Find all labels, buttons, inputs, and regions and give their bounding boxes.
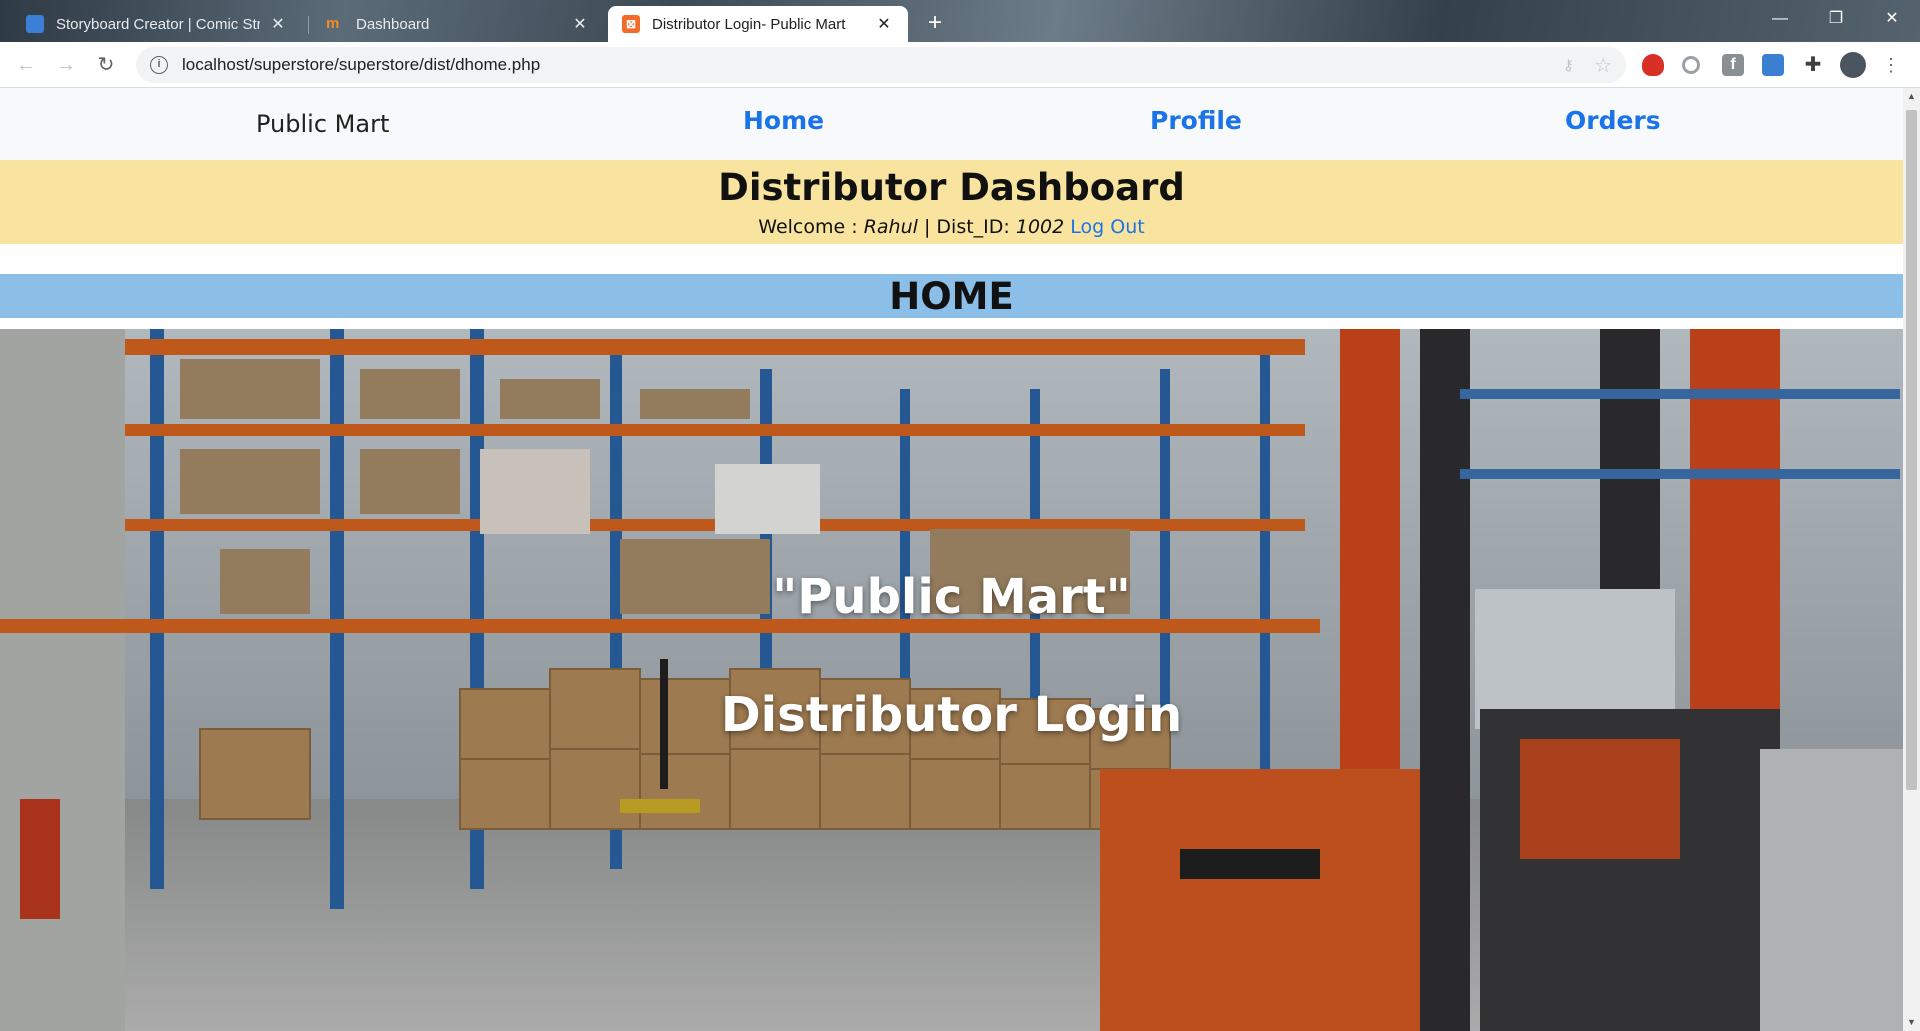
tab-title: Dashboard	[356, 15, 430, 33]
brand-name[interactable]: Public Mart	[256, 110, 389, 138]
scrollbar-thumb[interactable]	[1906, 110, 1917, 790]
site-navbar: Public Mart Home Profile Orders	[0, 88, 1903, 160]
close-window-icon[interactable]: ✕	[1864, 0, 1920, 38]
web-page: Public Mart Home Profile Orders Distribu…	[0, 88, 1903, 1031]
nav-link-profile[interactable]: Profile	[1150, 106, 1242, 135]
dist-id-label: Dist_ID:	[936, 216, 1010, 238]
tab-title: Distributor Login- Public Mart	[652, 15, 846, 33]
dist-id-value: 1002	[1015, 216, 1065, 238]
page-scrollbar[interactable]: ▲ ▼	[1903, 88, 1920, 1031]
tab-divider	[308, 16, 309, 34]
key-icon[interactable]: ⚷	[1563, 56, 1574, 74]
address-bar[interactable]: i localhost/superstore/superstore/dist/d…	[136, 47, 1626, 83]
site-info-icon[interactable]: i	[150, 56, 168, 74]
welcome-label: Welcome :	[758, 216, 858, 238]
forward-arrow-icon[interactable]: →	[52, 51, 80, 79]
url-text[interactable]: localhost/superstore/superstore/dist/dho…	[182, 55, 540, 75]
tab-storyboard-creator[interactable]: Storyboard Creator | Comic Strip ✕	[12, 6, 302, 42]
restore-window-icon[interactable]: ❐	[1808, 0, 1864, 38]
browser-tab-strip: Storyboard Creator | Comic Strip ✕ m Das…	[0, 0, 1920, 42]
back-arrow-icon[interactable]: ←	[12, 51, 40, 79]
nav-link-home[interactable]: Home	[743, 106, 824, 135]
circle-extension-icon[interactable]	[1682, 56, 1700, 74]
tab-dashboard[interactable]: m Dashboard ✕	[312, 6, 604, 42]
minimize-window-icon[interactable]: —	[1752, 0, 1808, 38]
tab-distributor-login[interactable]: ⊠ Distributor Login- Public Mart ✕	[608, 6, 908, 42]
dashboard-banner: Distributor Dashboard Welcome : Rahul | …	[0, 160, 1903, 244]
more-menu-icon[interactable]: ⋮	[1882, 54, 1900, 76]
download-extension-icon[interactable]	[1762, 54, 1784, 76]
separator: |	[923, 216, 931, 238]
close-tab-icon[interactable]: ✕	[570, 14, 590, 34]
bookmark-star-icon[interactable]: ☆	[1594, 53, 1612, 78]
profile-avatar[interactable]	[1840, 52, 1866, 78]
home-section-bar: HOME	[0, 274, 1903, 318]
dashboard-favicon-icon: m	[326, 15, 340, 32]
nav-link-orders[interactable]: Orders	[1565, 106, 1661, 135]
shield-extension-icon[interactable]	[1642, 54, 1664, 76]
welcome-line: Welcome : Rahul | Dist_ID: 1002 Log Out	[0, 216, 1903, 238]
warehouse-illustration	[0, 329, 1903, 1031]
user-name: Rahul	[863, 216, 918, 238]
facebook-extension-icon[interactable]: f	[1722, 54, 1744, 76]
section-title: HOME	[889, 275, 1014, 318]
xampp-favicon-icon: ⊠	[622, 15, 640, 33]
tab-title: Storyboard Creator | Comic Strip	[56, 15, 260, 33]
scroll-down-arrow-icon[interactable]: ▼	[1903, 1014, 1920, 1031]
reload-icon[interactable]: ↻	[92, 51, 120, 79]
storyboard-favicon-icon	[26, 15, 44, 33]
hero-heading: "Public Mart"	[772, 569, 1131, 625]
warehouse-hero-image: "Public Mart" Distributor Login	[0, 329, 1903, 1031]
close-tab-icon[interactable]: ✕	[874, 14, 894, 34]
browser-toolbar: ← → ↻ i localhost/superstore/superstore/…	[0, 42, 1920, 88]
dashboard-title: Distributor Dashboard	[718, 166, 1185, 209]
puzzle-extensions-icon[interactable]: ✚	[1802, 54, 1824, 76]
close-tab-icon[interactable]: ✕	[268, 14, 288, 34]
scroll-up-arrow-icon[interactable]: ▲	[1903, 88, 1920, 105]
new-tab-button[interactable]: +	[920, 8, 950, 38]
hero-subheading: Distributor Login	[720, 687, 1183, 743]
logout-link[interactable]: Log Out	[1070, 216, 1144, 238]
